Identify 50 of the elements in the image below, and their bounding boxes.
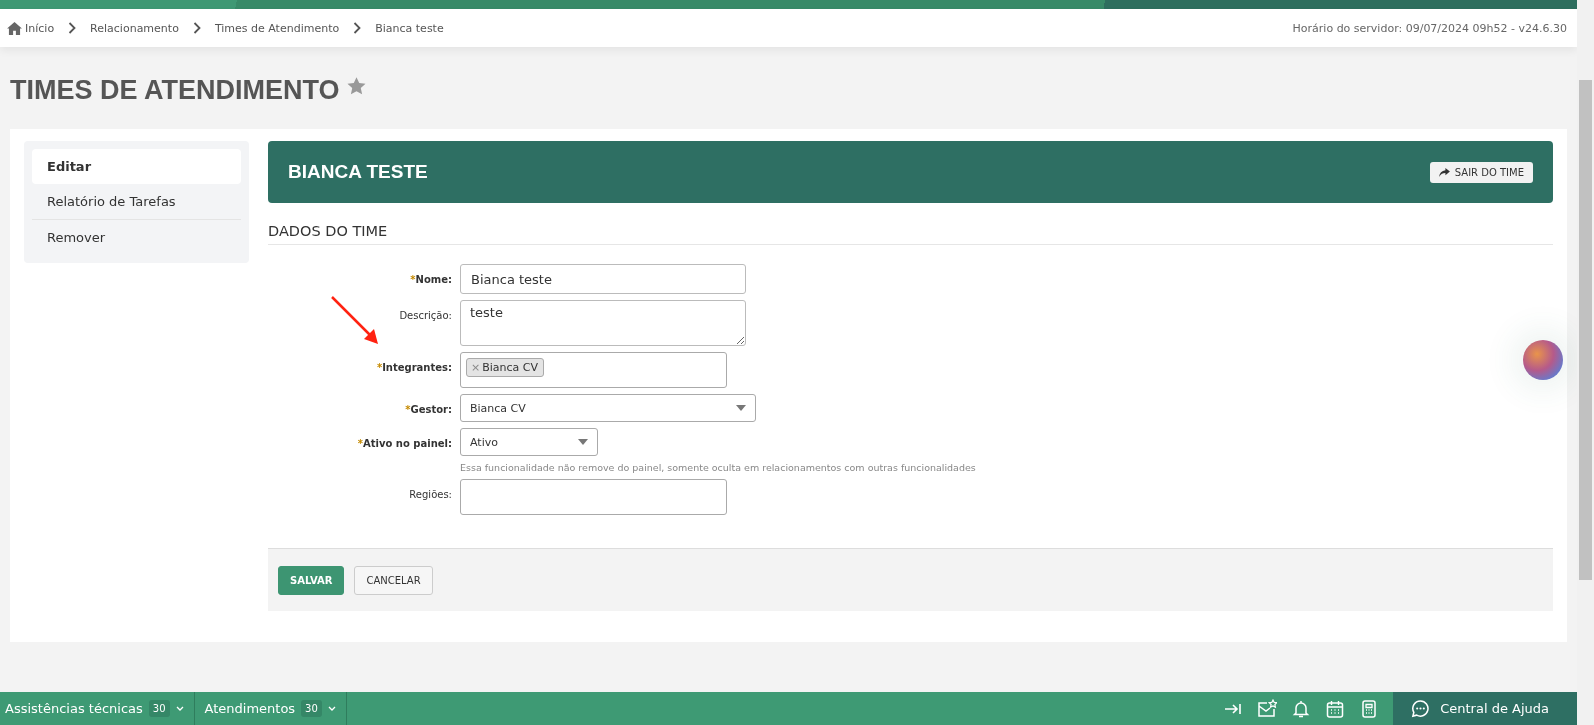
chevron-down-icon	[175, 706, 184, 711]
tab-label: Atendimentos	[204, 701, 296, 716]
tag-input-field[interactable]	[460, 479, 727, 515]
field-label: *Gestor:	[404, 403, 453, 415]
save-button[interactable]: SALVAR	[278, 565, 345, 595]
breadcrumb-current: Bianca teste	[375, 21, 444, 35]
count-badge: 30	[301, 700, 322, 717]
home-icon	[7, 21, 22, 35]
select-dropdown[interactable]: Ativo	[460, 428, 598, 456]
sidebar-item[interactable]: Relatório de Tarefas	[32, 184, 241, 220]
chevron-icon	[192, 22, 201, 34]
breadcrumb-link[interactable]: Início	[7, 21, 55, 35]
bell-icon[interactable]	[1291, 698, 1312, 719]
star-icon[interactable]	[345, 75, 367, 97]
field-label: Regiões:	[408, 488, 453, 500]
caret-icon	[736, 405, 746, 411]
tag-input-field[interactable]: × Bianca CV	[460, 352, 727, 388]
team-title: BIANCA TESTE	[288, 161, 428, 183]
chevron-down-icon	[327, 706, 336, 711]
breadcrumb-link[interactable]: Relacionamento	[90, 21, 179, 35]
cancel-button[interactable]: CANCELAR	[354, 565, 433, 595]
section-title: DADOS DO TIME	[268, 203, 1553, 245]
calendar-icon[interactable]	[1325, 698, 1346, 719]
breadcrumb-link[interactable]: Times de Atendimento	[214, 21, 340, 35]
caret-icon	[578, 439, 588, 445]
bottom-tab[interactable]: Assistências técnicas 30	[0, 692, 195, 725]
select-dropdown[interactable]: Bianca CV	[460, 394, 756, 422]
field-label: *Ativo no painel:	[356, 437, 453, 449]
field-hint: Essa funcionalidade não remove do painel, somente oculta em relacionamentos com outras funcionalidades	[460, 462, 976, 473]
page-title: TIMES DE ATENDIMENTO	[10, 74, 340, 106]
tab-label: Assistências técnicas	[5, 701, 143, 716]
mail-star-icon[interactable]	[1257, 698, 1278, 719]
field-label: *Nome:	[409, 273, 453, 285]
description-textarea[interactable]: teste	[460, 300, 746, 346]
chevron-icon	[353, 22, 362, 34]
help-center-button[interactable]: Central de Ajuda	[1393, 692, 1577, 725]
chat-bubble-icon	[1411, 699, 1431, 718]
sidebar-item[interactable]: Editar	[32, 149, 241, 184]
arrow-annotation	[330, 295, 380, 347]
tag-chip[interactable]: × Bianca CV	[466, 358, 545, 377]
server-info: Horário do servidor: 09/07/2024 09h52 - v24.6.30	[1292, 21, 1567, 35]
name-input[interactable]: Bianca teste	[460, 264, 746, 294]
bottom-tab[interactable]: Atendimentos 30	[199, 692, 347, 725]
chevron-icon	[68, 22, 77, 34]
count-badge: 30	[148, 700, 170, 717]
field-label: *Integrantes:	[375, 361, 453, 373]
field-label: Descrição:	[398, 309, 453, 321]
sidebar-item[interactable]: Remover	[32, 220, 241, 255]
share-arrow-icon	[1438, 167, 1450, 177]
leave-team-button[interactable]: SAIR DO TIME	[1429, 161, 1533, 183]
